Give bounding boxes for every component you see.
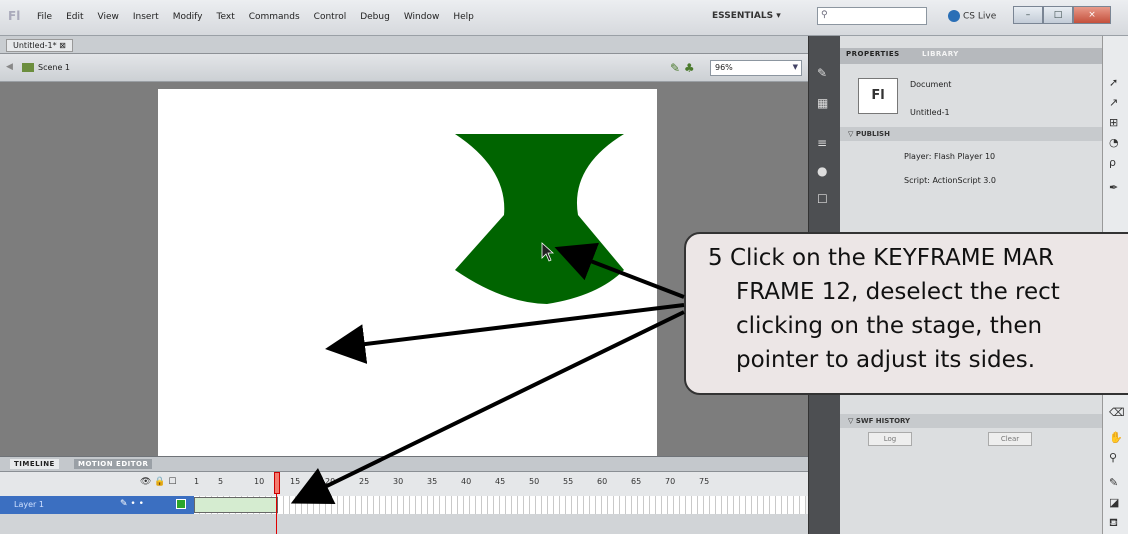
cursor-arrow-icon bbox=[541, 242, 555, 262]
annotation-arrows bbox=[290, 242, 685, 504]
arrow-to-keyframe bbox=[290, 310, 685, 504]
arrow-to-shape bbox=[554, 242, 685, 299]
arrow-to-stage bbox=[325, 303, 685, 364]
